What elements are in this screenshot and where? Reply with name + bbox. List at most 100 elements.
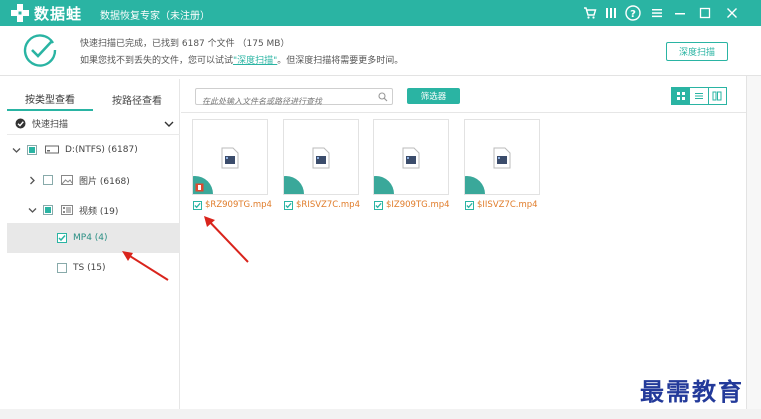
minimize-button[interactable] bbox=[670, 3, 690, 23]
tree-item-drive[interactable]: D:(NTFS) (6187) bbox=[7, 135, 180, 165]
svg-text:?: ? bbox=[630, 9, 636, 20]
checkmark-icon bbox=[194, 202, 201, 208]
file-name: $RZ909TG.mp4 bbox=[205, 200, 272, 210]
file-checkbox[interactable] bbox=[193, 200, 202, 210]
mp4-checkbox[interactable] bbox=[57, 233, 67, 243]
account-button[interactable] bbox=[601, 3, 621, 23]
close-icon bbox=[727, 8, 737, 18]
watermark-text: 最需教育 bbox=[640, 377, 744, 406]
tab-by-path[interactable]: 按路径查看 bbox=[94, 87, 180, 111]
chevron-down-icon[interactable] bbox=[164, 119, 174, 129]
checkmark-icon bbox=[58, 235, 66, 242]
quick-scan-row[interactable]: 快速扫描 bbox=[7, 113, 180, 135]
mp4-label: MP4 (4) bbox=[73, 233, 108, 243]
thumbnail-corner-badge bbox=[284, 176, 304, 194]
checkmark-icon bbox=[285, 202, 292, 208]
file-name: $IISVZ7C.mp4 bbox=[477, 200, 538, 210]
help-icon: ? bbox=[625, 5, 641, 21]
file-item[interactable]: $RZ909TG.mp4 bbox=[193, 199, 272, 211]
video-file-icon bbox=[221, 147, 239, 169]
scan-status-bar: 快速扫描已完成，已找到 6187 个文件 （175 MB） 如果您找不到丢失的文… bbox=[0, 26, 761, 76]
deep-scan-link[interactable]: "深度扫描" bbox=[233, 56, 277, 66]
video-checkbox[interactable] bbox=[43, 205, 53, 215]
cart-icon bbox=[584, 7, 597, 19]
bottom-edge-strip bbox=[0, 409, 761, 419]
images-checkbox[interactable] bbox=[43, 175, 53, 185]
grid-view-icon bbox=[676, 92, 685, 100]
video-icon bbox=[61, 205, 73, 215]
close-button[interactable] bbox=[722, 3, 742, 23]
maximize-icon bbox=[699, 7, 711, 19]
app-brand: 数据蛙 bbox=[34, 5, 83, 23]
file-thumbnail[interactable] bbox=[283, 119, 359, 195]
app-logo-icon bbox=[11, 4, 29, 22]
video-file-icon bbox=[402, 147, 420, 169]
deep-scan-hint: 如果您找不到丢失的文件，您可以试试"深度扫描"。但深度扫描将需要更多时间。 bbox=[80, 53, 403, 66]
detail-view-button[interactable] bbox=[709, 88, 726, 104]
settings-button[interactable] bbox=[647, 3, 667, 23]
list-view-button[interactable] bbox=[690, 88, 707, 104]
check-badge-icon bbox=[15, 118, 26, 129]
list-view-icon bbox=[695, 93, 703, 99]
filter-button[interactable]: 筛选器 bbox=[407, 88, 460, 104]
file-checkbox[interactable] bbox=[284, 200, 293, 210]
tree-item-mp4[interactable]: MP4 (4) bbox=[7, 223, 180, 253]
hint-text-before: 如果您找不到丢失的文件，您可以试试 bbox=[80, 56, 234, 66]
images-label: 图片 (6168) bbox=[79, 176, 130, 187]
video-label: 视频 (19) bbox=[79, 206, 119, 217]
file-thumbnail[interactable] bbox=[373, 119, 449, 195]
ts-checkbox[interactable] bbox=[57, 263, 67, 273]
grid-view-button[interactable] bbox=[672, 88, 690, 104]
thumbnail-corner-badge bbox=[374, 176, 394, 194]
file-checkbox[interactable] bbox=[374, 200, 383, 210]
video-file-icon bbox=[312, 147, 330, 169]
tree-item-images[interactable]: 图片 (6168) bbox=[7, 165, 180, 195]
thumbnail-corner-badge bbox=[465, 176, 485, 194]
hint-text-after: 。但深度扫描将需要更多时间。 bbox=[277, 56, 404, 66]
app-window: 数据蛙 数据恢复专家（未注册） ? 快速扫描已完成，已找到 6187 个文件 （… bbox=[0, 0, 761, 419]
image-icon bbox=[61, 175, 73, 185]
file-thumbnail[interactable] bbox=[464, 119, 540, 195]
view-mode-group bbox=[671, 87, 727, 105]
cart-button[interactable] bbox=[580, 3, 600, 23]
title-bar: 数据蛙 数据恢复专家（未注册） ? bbox=[0, 0, 761, 26]
file-name: $RISVZ7C.mp4 bbox=[296, 200, 360, 210]
deep-scan-button[interactable]: 深度扫描 bbox=[666, 42, 728, 61]
checkmark-icon bbox=[375, 202, 382, 208]
search-input[interactable] bbox=[196, 94, 374, 109]
file-name: $IZ909TG.mp4 bbox=[386, 200, 450, 210]
file-type-badge-icon bbox=[195, 183, 204, 192]
search-icon[interactable] bbox=[378, 92, 388, 102]
chevron-right-icon[interactable] bbox=[27, 175, 37, 185]
video-file-icon bbox=[493, 147, 511, 169]
file-item[interactable]: $IISVZ7C.mp4 bbox=[465, 199, 538, 211]
ts-label: TS (15) bbox=[73, 263, 106, 273]
view-tabs: 按类型查看 按路径查看 bbox=[7, 87, 180, 111]
list-menu-icon bbox=[606, 8, 616, 18]
scan-complete-check-icon bbox=[23, 34, 57, 67]
scan-result-text: 快速扫描已完成，已找到 6187 个文件 （175 MB） bbox=[80, 39, 290, 49]
checkmark-icon bbox=[466, 202, 473, 208]
detail-view-icon bbox=[712, 91, 722, 101]
file-item[interactable]: $IZ909TG.mp4 bbox=[374, 199, 450, 211]
file-checkbox[interactable] bbox=[465, 200, 474, 210]
right-edge-strip bbox=[746, 76, 761, 409]
tab-by-type[interactable]: 按类型查看 bbox=[7, 87, 93, 111]
minimize-icon bbox=[675, 13, 685, 15]
chevron-down-icon[interactable] bbox=[27, 205, 37, 215]
file-item[interactable]: $RISVZ7C.mp4 bbox=[284, 199, 360, 211]
drive-icon bbox=[45, 145, 59, 154]
chevron-down-icon[interactable] bbox=[11, 145, 21, 155]
help-button[interactable]: ? bbox=[623, 3, 643, 23]
tree-item-ts[interactable]: TS (15) bbox=[7, 253, 180, 283]
drive-label: D:(NTFS) (6187) bbox=[65, 145, 138, 155]
file-thumbnail[interactable] bbox=[192, 119, 268, 195]
drive-checkbox[interactable] bbox=[27, 145, 37, 155]
quick-scan-label: 快速扫描 bbox=[32, 120, 69, 130]
app-subtitle: 数据恢复专家（未注册） bbox=[100, 11, 210, 22]
maximize-button[interactable] bbox=[695, 3, 715, 23]
search-box bbox=[195, 88, 393, 109]
tree-item-video[interactable]: 视频 (19) bbox=[7, 195, 180, 225]
settings-menu-icon bbox=[652, 9, 662, 18]
category-panel: 按类型查看 按路径查看 快速扫描 D:(NTFS) (6187) 图片 (616… bbox=[7, 79, 180, 409]
